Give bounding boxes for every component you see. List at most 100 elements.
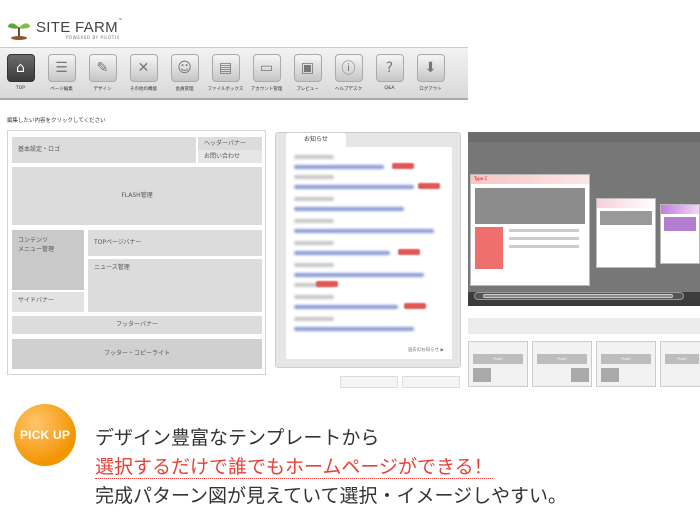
template-thumbnail[interactable]: Flash xyxy=(532,341,592,387)
document-icon: ☰ xyxy=(47,54,76,82)
thumbnail-flash: Flash xyxy=(537,354,587,364)
thumbnail-flash: Flash xyxy=(473,354,523,364)
template-line xyxy=(509,245,579,248)
news-date xyxy=(294,241,334,245)
block-basic-settings[interactable]: 基本設定・ロゴ xyxy=(12,137,196,163)
account-icon: ▭ xyxy=(252,54,281,82)
nav-label: ログアウト xyxy=(419,87,442,92)
caption-line-2: 選択するだけで誰でもホームページができる！ xyxy=(95,456,493,479)
user-icon: ☺ xyxy=(170,54,199,82)
template-card-image xyxy=(475,188,585,224)
template-card-header xyxy=(597,199,655,208)
caption-line-3: 完成パターン図が見えていて選択・イメージしやすい。 xyxy=(95,485,567,507)
thumbnail-flash: Flash xyxy=(601,354,651,364)
pen-icon: ✎ xyxy=(88,54,117,82)
news-item[interactable] xyxy=(294,251,390,255)
block-header-banner[interactable]: ヘッダーバナー xyxy=(198,137,262,150)
layout-editor: 基本設定・ロゴ ヘッダーバナー お問い合わせ FLASH管理 コンテンツ メニュ… xyxy=(7,130,266,375)
template-preview: Type C xyxy=(468,132,700,306)
template-card-title: Type C xyxy=(471,175,589,184)
nav-file-box[interactable]: ▤ ファイルボックス xyxy=(205,48,246,98)
feature-caption: デザイン豊富なテンプレートから 選択するだけで誰でもホームページができる！ 完成… xyxy=(95,424,567,511)
nav-top[interactable]: ⌂ TOP xyxy=(0,48,41,98)
contents-label: コンテンツ xyxy=(18,237,49,244)
nav-other-features[interactable]: ✕ その他の機能 xyxy=(123,48,164,98)
news-item[interactable] xyxy=(294,165,384,169)
nav-label: ヘルプデスク xyxy=(335,87,362,92)
news-item[interactable] xyxy=(294,207,404,211)
news-item[interactable] xyxy=(294,273,424,277)
new-badge xyxy=(404,303,426,309)
thumbnail-flash: Flash xyxy=(665,354,699,364)
preview-scrollbar[interactable] xyxy=(474,292,684,300)
block-flash[interactable]: FLASH管理 xyxy=(12,167,262,225)
block-side-banner[interactable]: サイドバナー xyxy=(12,292,84,312)
nav-logout[interactable]: ⬇ ログアウト xyxy=(410,48,451,98)
block-contents-menu[interactable]: コンテンツ メニュー管理 xyxy=(12,230,84,290)
menu-label: メニュー管理 xyxy=(18,246,55,253)
bottom-tab[interactable] xyxy=(340,376,398,388)
nav-preview[interactable]: ▣ プレビュー xyxy=(287,48,328,98)
news-item[interactable] xyxy=(294,305,398,309)
news-item[interactable] xyxy=(294,185,414,189)
news-date xyxy=(294,219,334,223)
tools-icon: ✕ xyxy=(129,54,158,82)
file-box-icon: ▤ xyxy=(211,54,240,82)
news-tab[interactable]: お知らせ xyxy=(286,133,346,147)
template-card-main[interactable]: Type C xyxy=(470,174,590,286)
template-thumbnail[interactable]: Flash xyxy=(468,341,528,387)
pick-up-badge: PICK UP xyxy=(14,404,76,466)
home-icon: ⌂ xyxy=(6,54,35,82)
block-footer-copyright[interactable]: フッター・コピーライト xyxy=(12,339,262,369)
block-footer-banner[interactable]: フッターバナー xyxy=(12,316,262,334)
nav-label: アカウント管理 xyxy=(250,87,283,92)
template-thumbs-header xyxy=(468,318,700,334)
info-icon: ⓘ xyxy=(334,54,363,82)
news-item[interactable] xyxy=(294,229,434,233)
nav-qa[interactable]: ? Q&A xyxy=(369,48,410,98)
thumbnail-menu xyxy=(601,368,619,382)
news-bottom-tabs xyxy=(340,376,460,388)
caption-line-1: デザイン豊富なテンプレートから xyxy=(95,427,380,449)
new-badge xyxy=(316,281,338,287)
block-top-page-banner[interactable]: TOPページバナー xyxy=(88,230,262,256)
thumbnail-menu xyxy=(473,368,491,382)
nav-label: プレビュー xyxy=(296,87,319,92)
template-card-image xyxy=(600,211,652,225)
nav-design[interactable]: ✎ デザイン xyxy=(82,48,123,98)
news-date xyxy=(294,175,334,179)
news-list: 過去のお知らせ ▶ xyxy=(286,147,452,359)
site-farm-logo[interactable]: SITE FARM™ POWERED BY PILOTIX xyxy=(6,16,123,42)
template-thumbnail[interactable]: Flash xyxy=(596,341,656,387)
template-line xyxy=(509,237,579,240)
template-thumbnail[interactable]: Flash xyxy=(660,341,700,387)
nav-label: その他の機能 xyxy=(130,87,157,92)
template-card-menu xyxy=(475,227,503,269)
nav-label: ファイルボックス xyxy=(207,87,244,92)
nav-members[interactable]: ☺ 会員管理 xyxy=(164,48,205,98)
template-card-image xyxy=(664,217,696,231)
block-news[interactable]: ニュース管理 xyxy=(88,259,262,312)
logo-subtitle: POWERED BY PILOTIX xyxy=(66,34,120,40)
nav-label: Q&A xyxy=(384,86,395,91)
editor-instruction: 編集したい内容をクリックしてください xyxy=(7,118,106,124)
bottom-tab[interactable] xyxy=(402,376,460,388)
preview-scroll-thumb[interactable] xyxy=(483,294,673,298)
new-badge xyxy=(418,183,440,189)
template-card-header xyxy=(661,205,699,214)
news-item[interactable] xyxy=(294,327,414,331)
template-card-purple[interactable] xyxy=(660,204,700,264)
logo-tm: ™ xyxy=(117,17,123,24)
preview-stage: Type C xyxy=(468,142,700,292)
nav-helpdesk[interactable]: ⓘ ヘルプデスク xyxy=(328,48,369,98)
news-date xyxy=(294,317,334,321)
nav-label: TOP xyxy=(15,86,25,91)
past-news-link[interactable]: 過去のお知らせ ▶ xyxy=(408,347,444,353)
nav-page-edit[interactable]: ☰ ページ編集 xyxy=(41,48,82,98)
question-icon: ? xyxy=(375,54,404,82)
block-contact[interactable]: お問い合わせ xyxy=(198,150,262,163)
news-panel: お知らせ 過去のお知らせ ▶ xyxy=(275,132,461,368)
template-card-side[interactable] xyxy=(596,198,656,268)
preview-icon: ▣ xyxy=(293,54,322,82)
nav-account[interactable]: ▭ アカウント管理 xyxy=(246,48,287,98)
